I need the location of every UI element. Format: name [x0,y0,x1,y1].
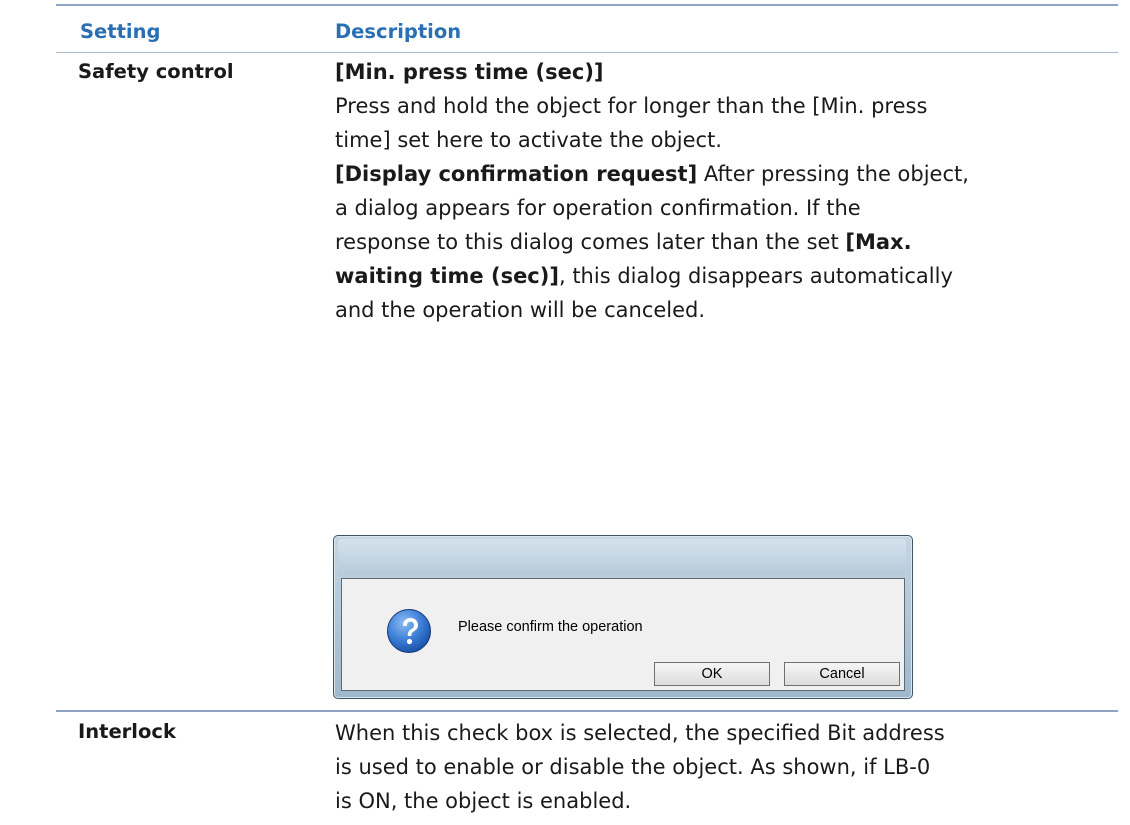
header-rule [56,52,1118,53]
dialog-body: Please confirm the operation OK Cancel [341,578,905,691]
setting-name-interlock: Interlock [78,720,176,743]
description-line: [Display confirmation request] After pre… [335,157,1125,191]
description-line: time] set here to activate the object. [335,123,1125,157]
description-line: and the operation will be canceled. [335,293,1125,327]
description-line: is used to enable or disable the object.… [335,750,1125,784]
bold-text-run: [Display confirmation request] [335,162,698,186]
description-line: When this check box is selected, the spe… [335,716,1125,750]
question-icon [387,609,431,653]
table-top-rule [56,4,1118,6]
row-separator-rule [56,710,1118,712]
column-header-setting: Setting [80,20,161,43]
dialog-title-bar [338,539,906,575]
confirmation-dialog-screenshot: Please confirm the operation OK Cancel [333,535,913,699]
text-run: response to this dialog comes later than… [335,230,846,254]
bold-text-run: [Min. press time (sec)] [335,60,604,84]
text-run: is ON, the object is enabled. [335,789,632,813]
text-run: After pressing the object, [697,162,969,186]
description-interlock: When this check box is selected, the spe… [335,716,1125,818]
document-page: Setting Description Safety control [Min.… [0,0,1130,825]
text-run: is used to enable or disable the object.… [335,755,931,779]
description-line: [Min. press time (sec)] [335,55,1125,89]
text-run: When this check box is selected, the spe… [335,721,945,745]
bold-text-run: [Max. [845,230,912,254]
description-line: a dialog appears for operation confirmat… [335,191,1125,225]
text-run: and the operation will be canceled. [335,298,706,322]
ok-button[interactable]: OK [654,662,770,686]
description-line: waiting time (sec)], this dialog disappe… [335,259,1125,293]
dialog-message: Please confirm the operation [458,619,643,635]
description-line: Press and hold the object for longer tha… [335,89,1125,123]
text-run: a dialog appears for operation confirmat… [335,196,861,220]
text-run: time] set here to activate the object. [335,128,722,152]
bold-text-run: waiting time (sec)] [335,264,559,288]
column-header-description: Description [335,20,462,43]
description-line: response to this dialog comes later than… [335,225,1125,259]
cancel-button[interactable]: Cancel [784,662,900,686]
description-safety-control: [Min. press time (sec)] Press and hold th… [335,55,1125,327]
text-run: Press and hold the object for longer tha… [335,94,928,118]
text-run: , this dialog disappears automatically [558,264,953,288]
description-line: is ON, the object is enabled. [335,784,1125,818]
setting-name-safety-control: Safety control [78,60,234,83]
